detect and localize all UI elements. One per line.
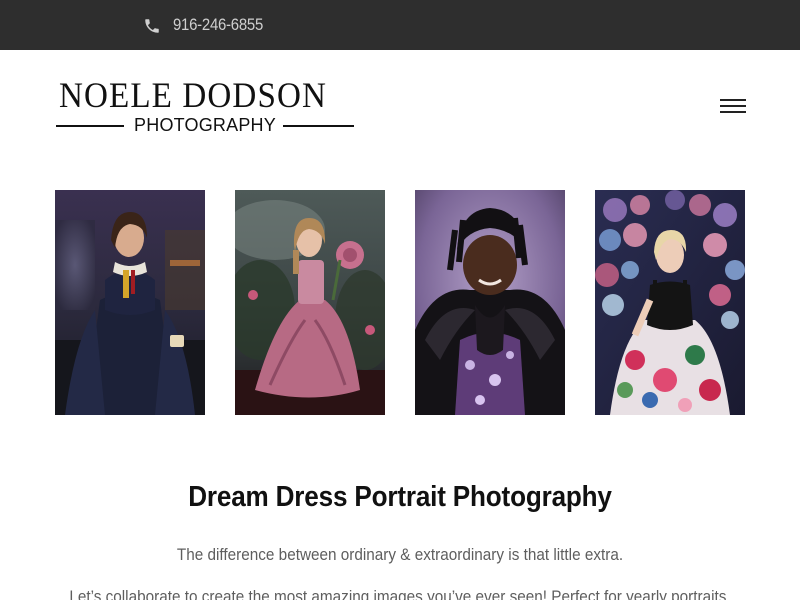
- intro-text: Let’s collaborate to create the most ama…: [69, 587, 731, 600]
- tagline: The difference between ordinary & extrao…: [176, 545, 624, 564]
- gallery-photo-1[interactable]: [55, 190, 205, 415]
- gallery-photo-3[interactable]: [415, 190, 565, 415]
- hamburger-menu-icon[interactable]: [720, 99, 747, 117]
- logo-subtitle-row: PHOTOGRAPHY: [55, 115, 355, 135]
- phone-icon: [145, 19, 159, 33]
- page-title: Dream Dress Portrait Photography: [188, 481, 612, 513]
- site-header: NOELE DODSON PHOTOGRAPHY: [0, 50, 800, 170]
- site-logo[interactable]: NOELE DODSON PHOTOGRAPHY: [55, 77, 355, 137]
- logo-main-text: NOELE DODSON: [58, 75, 328, 115]
- top-bar: 916-246-6855: [0, 0, 800, 50]
- logo-subtitle: PHOTOGRAPHY: [134, 115, 276, 135]
- logo-rule-right: [283, 125, 354, 127]
- portrait-gallery: [55, 190, 745, 415]
- phone-number-link[interactable]: 916-246-6855: [173, 15, 263, 35]
- gallery-photo-4[interactable]: [595, 190, 745, 415]
- logo-rule-left: [56, 125, 124, 127]
- gallery-photo-2[interactable]: [235, 190, 385, 415]
